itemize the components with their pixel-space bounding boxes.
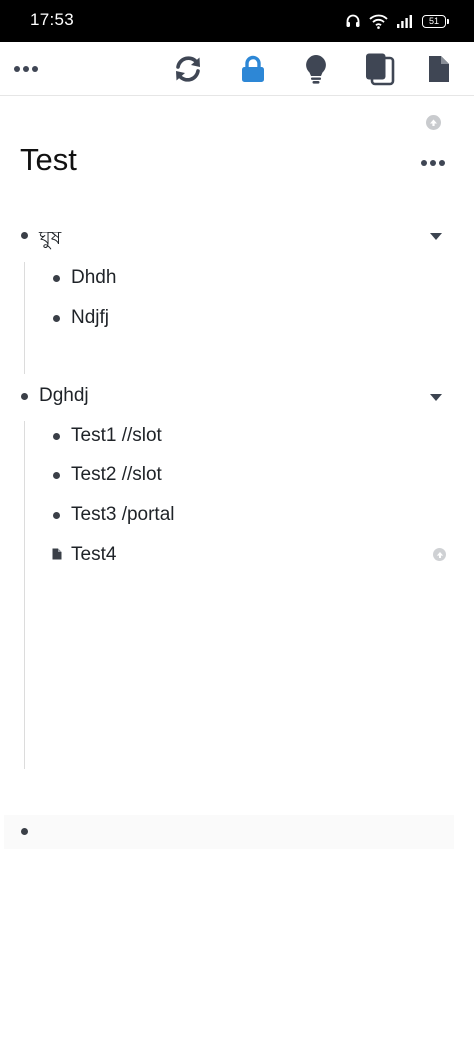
scroll-up-button[interactable] <box>426 115 441 130</box>
page-title[interactable]: Test <box>20 142 77 178</box>
battery-indicator: 51 <box>422 14 449 28</box>
sync-button[interactable] <box>170 51 206 87</box>
lightbulb-icon <box>306 55 326 84</box>
lock-icon <box>242 55 264 82</box>
toolbar <box>0 42 474 96</box>
outline-item[interactable]: ঘুষ <box>39 224 61 256</box>
document-icon <box>429 56 449 82</box>
arrow-up-icon <box>430 119 437 126</box>
outline-child-item[interactable]: Dhdh <box>71 267 116 289</box>
bullet-icon[interactable] <box>53 512 60 519</box>
outline-child-item[interactable]: Test4 <box>71 544 116 566</box>
outline-child-item[interactable]: Test3 /portal <box>71 504 175 526</box>
wifi-icon <box>369 14 388 29</box>
sync-icon <box>176 56 200 82</box>
outline-child-item[interactable]: Ndjfj <box>71 307 109 329</box>
open-document-button[interactable] <box>433 548 446 561</box>
bullet-icon[interactable] <box>21 393 28 400</box>
copy-button[interactable] <box>361 51 397 87</box>
new-item-row[interactable] <box>4 815 454 849</box>
headset-icon <box>346 14 360 27</box>
bullet-icon[interactable] <box>53 275 60 282</box>
signal-icon <box>397 15 412 28</box>
outline-child-item[interactable]: Test1 //slot <box>71 425 162 447</box>
arrow-up-icon <box>436 551 443 558</box>
bullet-icon[interactable] <box>53 433 60 440</box>
idea-button[interactable] <box>298 51 334 87</box>
more-horizontal-icon <box>14 66 38 72</box>
outline-child-item[interactable]: Test2 //slot <box>71 464 162 486</box>
title-more-button[interactable] <box>416 152 450 174</box>
collapse-caret-icon[interactable] <box>430 233 442 240</box>
bullet-icon[interactable] <box>21 828 28 835</box>
indent-guide <box>24 262 25 374</box>
more-menu-button[interactable] <box>8 51 44 87</box>
lock-button[interactable] <box>235 51 271 87</box>
collapse-caret-icon[interactable] <box>430 394 442 401</box>
bullet-icon[interactable] <box>53 315 60 322</box>
bullet-icon[interactable] <box>21 232 28 239</box>
bullet-icon[interactable] <box>53 472 60 479</box>
document-button[interactable] <box>421 51 457 87</box>
status-bar: 17:53 51 <box>0 0 474 42</box>
outline-item[interactable]: Dghdj <box>39 385 89 407</box>
document-icon[interactable] <box>52 548 62 560</box>
status-time: 17:53 <box>30 10 75 29</box>
indent-guide <box>24 421 25 769</box>
status-icons: 51 <box>345 11 449 31</box>
copy-icon <box>366 53 395 86</box>
more-horizontal-icon <box>421 160 445 166</box>
